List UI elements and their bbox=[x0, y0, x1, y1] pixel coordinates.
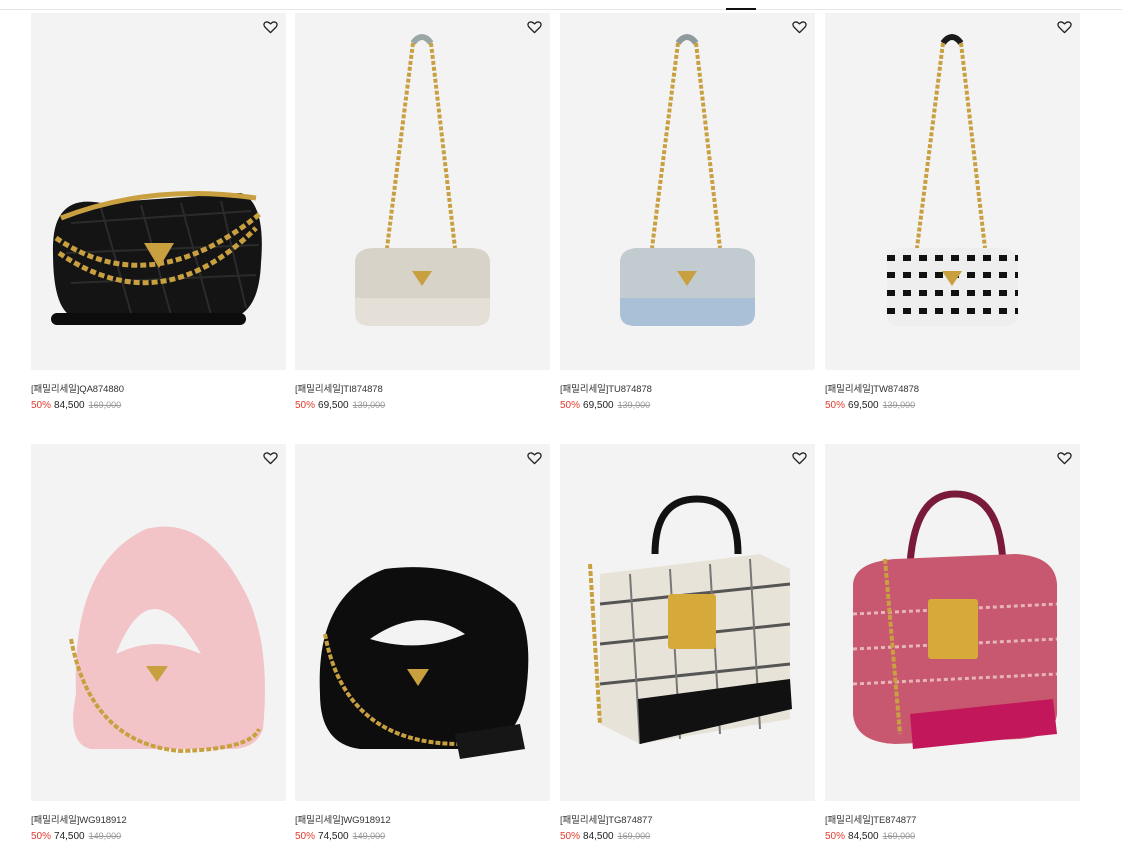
pink-faux-fur-bag-image bbox=[69, 526, 265, 754]
active-tab-indicator bbox=[726, 8, 756, 10]
wishlist-button[interactable] bbox=[789, 448, 809, 468]
price-row: 50% 69,500 139,000 bbox=[295, 400, 550, 411]
sale-price: 69,500 bbox=[583, 400, 614, 411]
product-image[interactable] bbox=[295, 13, 550, 370]
original-price: 139,000 bbox=[882, 400, 916, 410]
wishlist-button[interactable] bbox=[260, 448, 280, 468]
black-white-tweed-bag-image bbox=[887, 34, 1018, 326]
product-image[interactable] bbox=[31, 13, 286, 370]
heart-icon bbox=[1056, 21, 1072, 34]
price-row: 50% 74,500 149,000 bbox=[295, 831, 550, 842]
product-name[interactable]: [패밀리세일]TE874877 bbox=[825, 812, 1080, 826]
discount-rate: 50% bbox=[31, 400, 52, 411]
discount-rate: 50% bbox=[560, 831, 581, 842]
sale-price: 69,500 bbox=[848, 400, 879, 411]
discount-rate: 50% bbox=[560, 400, 581, 411]
heart-icon bbox=[526, 21, 542, 34]
product-name[interactable]: [패밀리세일]TU874878 bbox=[560, 381, 815, 395]
heart-icon bbox=[526, 452, 542, 465]
product-card[interactable]: [패밀리세일]TU874878 50% 69,500 139,000 bbox=[560, 13, 815, 411]
price-row: 50% 69,500 139,000 bbox=[560, 400, 815, 411]
product-name[interactable]: [패밀리세일]WG918912 bbox=[31, 812, 286, 826]
product-card[interactable]: [패밀리세일]WG918912 50% 74,500 149,000 bbox=[295, 444, 550, 842]
discount-rate: 50% bbox=[31, 831, 52, 842]
blue-tweed-bag-image bbox=[620, 34, 755, 326]
wishlist-button[interactable] bbox=[524, 448, 544, 468]
original-price: 139,000 bbox=[617, 400, 651, 410]
original-price: 169,000 bbox=[88, 400, 122, 410]
sale-price: 74,500 bbox=[318, 831, 349, 842]
heart-icon bbox=[791, 452, 807, 465]
top-divider bbox=[0, 8, 1122, 10]
product-name[interactable]: [패밀리세일]TG874877 bbox=[560, 812, 815, 826]
price-row: 50% 84,500 169,000 bbox=[31, 400, 286, 411]
product-image[interactable] bbox=[825, 13, 1080, 370]
pink-tweed-box-bag-image bbox=[852, 490, 1058, 749]
discount-rate: 50% bbox=[825, 400, 846, 411]
plaid-box-bag-image bbox=[588, 495, 792, 745]
product-name[interactable]: [패밀리세일]TW874878 bbox=[825, 381, 1080, 395]
price-row: 50% 74,500 149,000 bbox=[31, 831, 286, 842]
sale-price: 74,500 bbox=[54, 831, 85, 842]
discount-rate: 50% bbox=[825, 831, 846, 842]
ivory-tweed-bag-image bbox=[355, 34, 490, 326]
original-price: 149,000 bbox=[88, 831, 122, 841]
original-price: 169,000 bbox=[617, 831, 651, 841]
price-row: 50% 84,500 169,000 bbox=[825, 831, 1080, 842]
product-image[interactable] bbox=[560, 444, 815, 801]
wishlist-button[interactable] bbox=[1054, 17, 1074, 37]
product-card[interactable]: [패밀리세일]QA874880 50% 84,500 169,000 bbox=[31, 13, 286, 411]
product-card[interactable]: [패밀리세일]TE874877 50% 84,500 169,000 bbox=[825, 444, 1080, 842]
product-name[interactable]: [패밀리세일]QA874880 bbox=[31, 381, 286, 395]
wishlist-button[interactable] bbox=[260, 17, 280, 37]
price-row: 50% 84,500 169,000 bbox=[560, 831, 815, 842]
product-card[interactable]: [패밀리세일]WG918912 50% 74,500 149,000 bbox=[31, 444, 286, 842]
product-image[interactable] bbox=[295, 444, 550, 801]
heart-icon bbox=[262, 21, 278, 34]
wishlist-button[interactable] bbox=[1054, 448, 1074, 468]
heart-icon bbox=[262, 452, 278, 465]
wishlist-button[interactable] bbox=[524, 17, 544, 37]
product-image[interactable] bbox=[560, 13, 815, 370]
product-card[interactable]: [패밀리세일]TG874877 50% 84,500 169,000 bbox=[560, 444, 815, 842]
wishlist-button[interactable] bbox=[789, 17, 809, 37]
original-price: 139,000 bbox=[352, 400, 386, 410]
black-faux-fur-bag-image bbox=[319, 567, 529, 759]
price-row: 50% 69,500 139,000 bbox=[825, 400, 1080, 411]
product-image[interactable] bbox=[825, 444, 1080, 801]
discount-rate: 50% bbox=[295, 831, 316, 842]
product-image[interactable] bbox=[31, 444, 286, 801]
quilted-belt-bag-image bbox=[51, 191, 263, 325]
product-name[interactable]: [패밀리세일]TI874878 bbox=[295, 381, 550, 395]
heart-icon bbox=[1056, 452, 1072, 465]
product-card[interactable]: [패밀리세일]TW874878 50% 69,500 139,000 bbox=[825, 13, 1080, 411]
original-price: 169,000 bbox=[882, 831, 916, 841]
sale-price: 69,500 bbox=[318, 400, 349, 411]
product-name[interactable]: [패밀리세일]WG918912 bbox=[295, 812, 550, 826]
sale-price: 84,500 bbox=[54, 400, 85, 411]
heart-icon bbox=[791, 21, 807, 34]
product-card[interactable]: [패밀리세일]TI874878 50% 69,500 139,000 bbox=[295, 13, 550, 411]
sale-price: 84,500 bbox=[848, 831, 879, 842]
sale-price: 84,500 bbox=[583, 831, 614, 842]
original-price: 149,000 bbox=[352, 831, 386, 841]
discount-rate: 50% bbox=[295, 400, 316, 411]
